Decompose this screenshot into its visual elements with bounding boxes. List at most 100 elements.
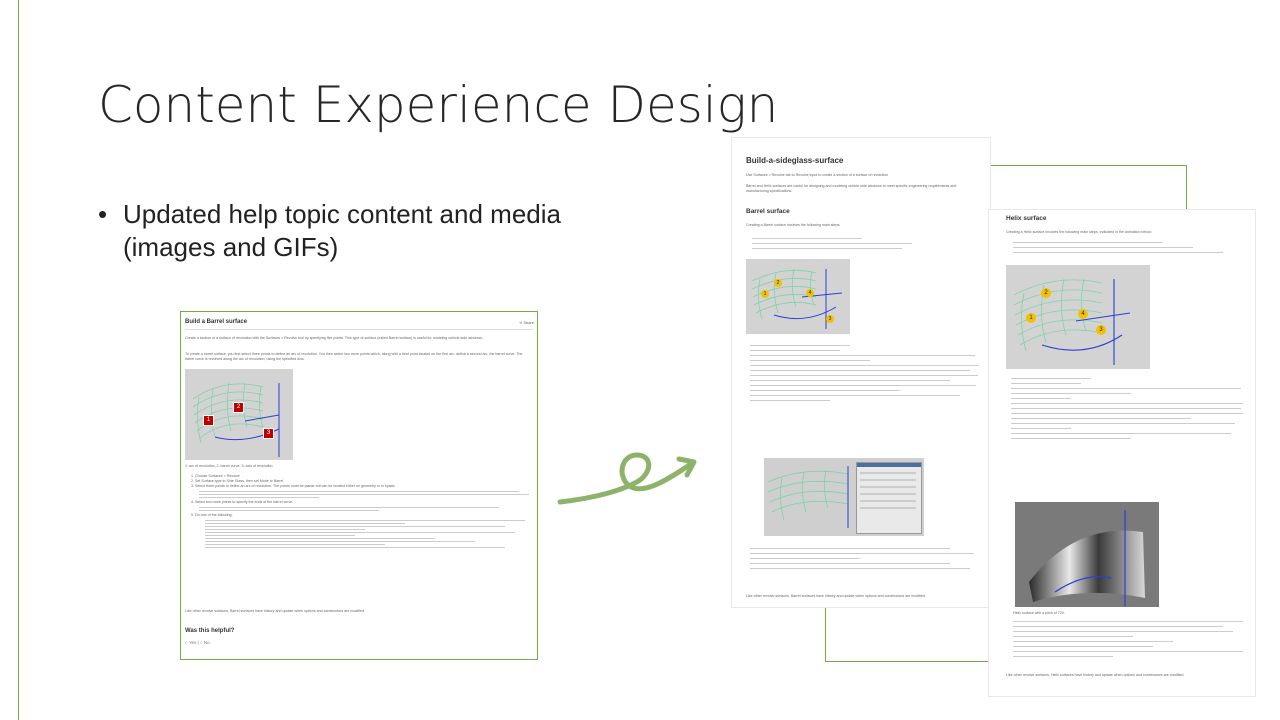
text-placeholder-line [199,510,379,511]
step-lines [750,341,978,405]
section-intro: Creating a Barrel surface involves the f… [746,223,841,227]
panel-titlebar [857,463,921,467]
text-placeholder-line [199,494,529,495]
doc-outro: Like other revolve surfaces, Barrel surf… [185,609,365,613]
text-placeholder-line [205,523,405,524]
helpful-no[interactable]: No [204,640,210,645]
helpful-yes[interactable]: Yes [189,640,196,645]
panel-row [860,500,916,502]
doc-intro: Creating a Helix surface involves the fo… [1006,230,1152,234]
doc-title: Build-a-sideglass-surface [746,156,844,165]
marker-2: 2 [774,279,782,287]
marker-1: 1 [761,290,769,298]
control-window-panel [856,462,922,534]
text-placeholder-line [750,390,900,391]
text-placeholder-line [1013,656,1113,657]
share-icon: ⋖ [518,320,523,325]
text-placeholder-line [750,345,850,346]
step-item: 4. Select two more points to specify the… [191,500,294,504]
radio-yes-icon[interactable]: ○ [185,640,188,645]
text-placeholder-line [750,370,970,371]
doc-outro: Like other revolve surfaces, Helix surfa… [1006,673,1185,677]
text-placeholder-line [750,563,950,564]
text-placeholder-line [1011,413,1243,414]
connector-line-right [1186,165,1187,210]
text-placeholder-line [750,365,978,366]
connector-line-bottom [825,661,989,662]
title-underline [185,329,533,330]
barrel-surface-doc: Build a Barrel surface ⋖ Share Create a … [180,311,538,660]
panel-row [860,479,916,481]
panel-row [860,472,916,474]
barrel-curves [767,469,849,521]
text-placeholder-line [205,526,505,527]
text-placeholder-line [205,535,355,536]
connector-line-left [825,606,826,662]
slide-title: Content Experience Design [98,76,779,134]
text-placeholder-line [1011,393,1131,394]
text-placeholder-line [205,541,475,542]
text-placeholder-line [1011,423,1235,424]
helix-surface-shape [1029,530,1145,602]
helix-diagram-image: 2 1 4 3 [1006,265,1150,369]
text-placeholder-line [205,538,435,539]
share-label: Share [523,320,534,325]
sideglass-surface-doc: Build-a-sideglass-surface Use Surfaces >… [731,137,991,608]
text-placeholder-line [205,529,365,530]
text-placeholder-line [750,568,970,569]
panel-row [860,493,916,495]
text-placeholder-line [1013,247,1193,248]
text-placeholder-line [199,497,319,498]
barrel-animation-image [764,458,924,536]
text-placeholder-line [752,238,862,239]
helix-render-image [1015,502,1159,607]
text-placeholder-line [1011,378,1091,379]
diagram-caption: 1: arc of revolution, 2: barrel curve, 3… [185,464,273,468]
doc-title: Build a Barrel surface [185,319,248,325]
tail-lines [750,544,974,573]
marker-4: 4 [806,289,814,297]
panel-row [860,486,916,488]
transition-arrow-icon [557,452,697,505]
marker-3: 3 [1096,325,1106,335]
tail-lines [1013,617,1243,661]
text-placeholder-line [1013,636,1133,637]
text-placeholder-line [750,375,978,376]
text-placeholder-line [750,400,830,401]
axis-lines [1041,279,1131,365]
marker-1: 1 [1026,313,1036,323]
text-placeholder-line [750,380,950,381]
doc-intro-2: Barrel and Helix surfaces are useful for… [746,184,957,193]
doc-intro-2: To create a barrel surface, you first se… [185,352,523,361]
bullet-item: • Updated help topic content and media (… [98,198,658,264]
text-placeholder-line [1013,242,1163,243]
bullet-text: Updated help topic content and media (im… [123,199,561,262]
doc-title: Helix surface [1006,215,1047,222]
text-placeholder-line [199,491,519,492]
text-placeholder-line [750,548,950,549]
marker-2: 2 [233,402,244,413]
share-link[interactable]: ⋖ Share [519,320,534,325]
text-placeholder-line [750,558,860,559]
text-placeholder-line [1011,383,1081,384]
marker-2: 2 [1041,288,1051,298]
bullet-lines [752,234,912,253]
sideglass-diagram-image: 2 1 4 3 [746,259,850,334]
text-placeholder-line [1013,631,1233,632]
text-placeholder-line [205,520,525,521]
text-placeholder-line [205,532,515,533]
text-placeholder-line [750,355,975,356]
marker-1: 1 [203,415,214,426]
marker-4: 4 [1078,309,1088,319]
text-placeholder-line [750,553,974,554]
radio-no-icon[interactable]: ○ [200,640,203,645]
doc-intro: Create a section of a surface of revolut… [185,336,483,340]
helix-caption: Helix surface with a pitch of 720. [1013,611,1065,615]
text-placeholder-line [205,544,385,545]
helix-surface-doc: Helix surface Creating a Helix surface i… [988,209,1256,697]
text-placeholder-line [199,507,499,508]
step-item: 3. Select three points to define an arc … [191,484,396,488]
text-placeholder-line [750,350,840,351]
doc-intro: Use Surfaces > Revolve tab to Revolve in… [746,173,889,177]
text-placeholder-line [1011,408,1241,409]
